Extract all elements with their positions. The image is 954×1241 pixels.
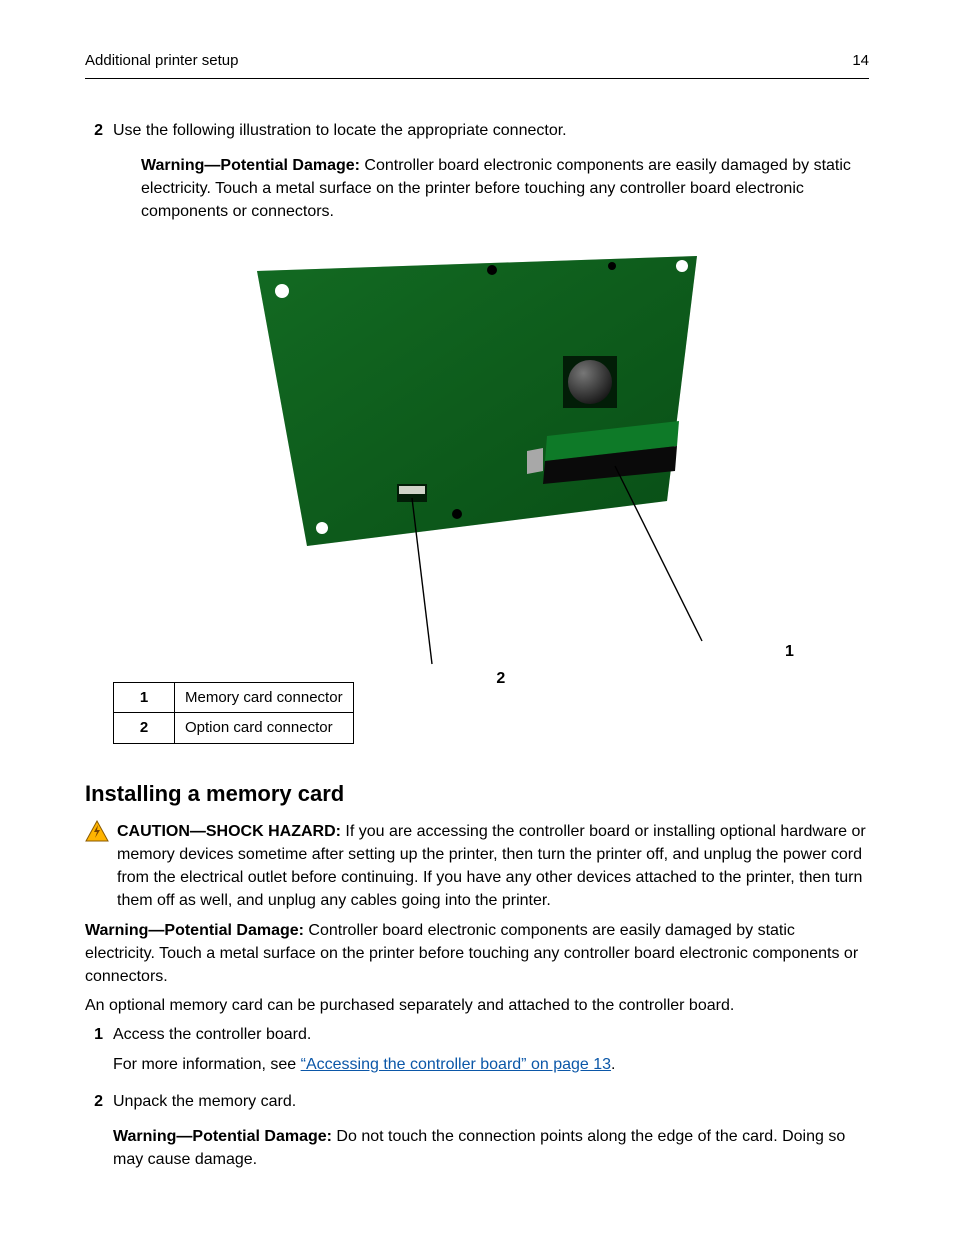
table-row: 2 Option card connector — [114, 713, 354, 744]
header-section-title: Additional printer setup — [85, 50, 238, 72]
header-page-number: 14 — [852, 50, 869, 72]
section-heading: Installing a memory card — [85, 778, 869, 810]
step-1-more-info: For more information, see “Accessing the… — [113, 1053, 869, 1076]
warning-label: Warning—Potential Damage: — [141, 157, 360, 174]
legend-text: Memory card connector — [175, 682, 354, 713]
warning-potential-damage-2: Warning—Potential Damage: Controller boa… — [85, 919, 869, 989]
legend-text: Option card connector — [175, 713, 354, 744]
caution-label: CAUTION—SHOCK HAZARD: — [117, 823, 341, 840]
step-number: 1 — [85, 1023, 103, 1081]
callout-2: 2 — [496, 670, 505, 687]
table-row: 1 Memory card connector — [114, 682, 354, 713]
shock-hazard-icon — [85, 820, 109, 842]
controller-board-illustration — [227, 246, 727, 676]
step-text: Use the following illustration to locate… — [113, 122, 567, 139]
outer-step-list: 2 Use the following illustration to loca… — [85, 119, 869, 236]
install-steps-list: 1 Access the controller board. For more … — [85, 1023, 869, 1183]
more-info-pre: For more information, see — [113, 1056, 301, 1073]
caution-shock-hazard: CAUTION—SHOCK HAZARD: If you are accessi… — [85, 820, 869, 913]
page-header: Additional printer setup 14 — [85, 50, 869, 79]
optional-card-paragraph: An optional memory card can be purchased… — [85, 994, 869, 1017]
connector-legend-table: 1 Memory card connector 2 Option card co… — [113, 682, 354, 745]
step-text: Access the controller board. — [113, 1026, 311, 1043]
more-info-post: . — [611, 1056, 615, 1073]
warning-potential-damage: Warning—Potential Damage: Controller boa… — [141, 154, 869, 224]
install-step-2: 2 Unpack the memory card. Warning—Potent… — [85, 1090, 869, 1184]
warning-label: Warning—Potential Damage: — [113, 1128, 332, 1145]
legend-num: 2 — [114, 713, 175, 744]
legend-num: 1 — [114, 682, 175, 713]
accessing-controller-board-link[interactable]: “Accessing the controller board” on page… — [301, 1056, 611, 1073]
step-text: Unpack the memory card. — [113, 1093, 296, 1110]
step-number: 2 — [85, 1090, 103, 1184]
install-step-1: 1 Access the controller board. For more … — [85, 1023, 869, 1081]
controller-board-figure — [85, 246, 869, 676]
step-number: 2 — [85, 119, 103, 236]
warning-label: Warning—Potential Damage: — [85, 922, 304, 939]
callout-1: 1 — [785, 643, 794, 660]
warning-potential-damage-3: Warning—Potential Damage: Do not touch t… — [113, 1125, 869, 1171]
step-2: 2 Use the following illustration to loca… — [85, 119, 869, 236]
